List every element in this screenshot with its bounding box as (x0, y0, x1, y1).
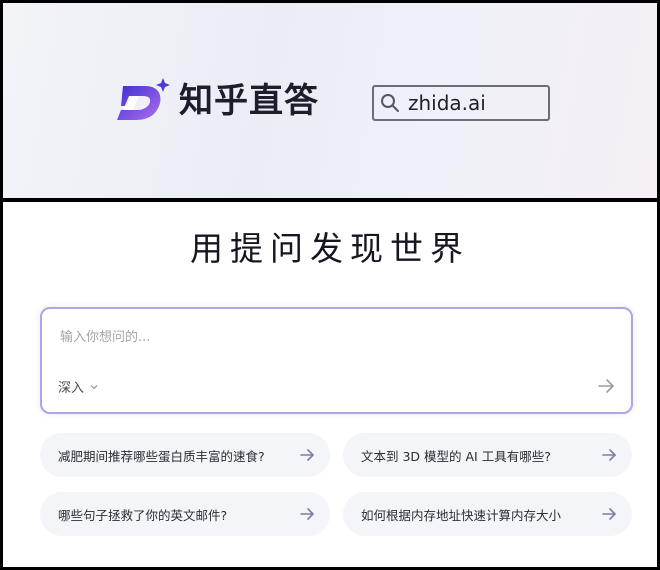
domain-search-box: zhida.ai (372, 85, 550, 121)
suggestion-chip[interactable]: 哪些句子拯救了你的英文邮件? (40, 492, 330, 536)
arrow-right-icon (602, 508, 616, 520)
ask-box: 深入 (40, 307, 633, 414)
promo-banner: 知乎直答 zhida.ai (3, 3, 657, 198)
screenshot-frame: 知乎直答 zhida.ai 用提问发现世界 深入 减肥期间推荐哪些蛋白质丰富的速… (3, 3, 657, 567)
arrow-right-icon (300, 508, 314, 520)
mode-dropdown[interactable]: 深入 (58, 377, 99, 396)
suggestion-text: 哪些句子拯救了你的英文邮件? (58, 507, 228, 523)
suggestion-text: 减肥期间推荐哪些蛋白质丰富的速食? (58, 448, 265, 464)
arrow-right-icon (602, 449, 616, 461)
suggestion-chip[interactable]: 如何根据内存地址快速计算内存大小 (343, 492, 632, 536)
suggestion-text: 如何根据内存地址快速计算内存大小 (361, 507, 562, 523)
zhida-logo-icon (117, 78, 170, 120)
suggestion-chip[interactable]: 减肥期间推荐哪些蛋白质丰富的速食? (40, 433, 330, 477)
send-button[interactable] (595, 375, 617, 397)
mode-label: 深入 (58, 381, 85, 396)
suggestion-text: 文本到 3D 模型的 AI 工具有哪些? (361, 448, 551, 464)
suggestion-chip[interactable]: 文本到 3D 模型的 AI 工具有哪些? (343, 433, 632, 477)
search-icon (381, 94, 399, 112)
arrow-right-icon (300, 449, 314, 461)
chevron-down-icon (90, 384, 98, 389)
question-input[interactable] (58, 325, 582, 349)
divider (3, 198, 657, 202)
page-title: 用提问发现世界 (190, 229, 470, 268)
sparkle-icon (156, 78, 170, 92)
brand-name: 知乎直答 (179, 81, 319, 121)
domain-text: zhida.ai (408, 91, 486, 115)
